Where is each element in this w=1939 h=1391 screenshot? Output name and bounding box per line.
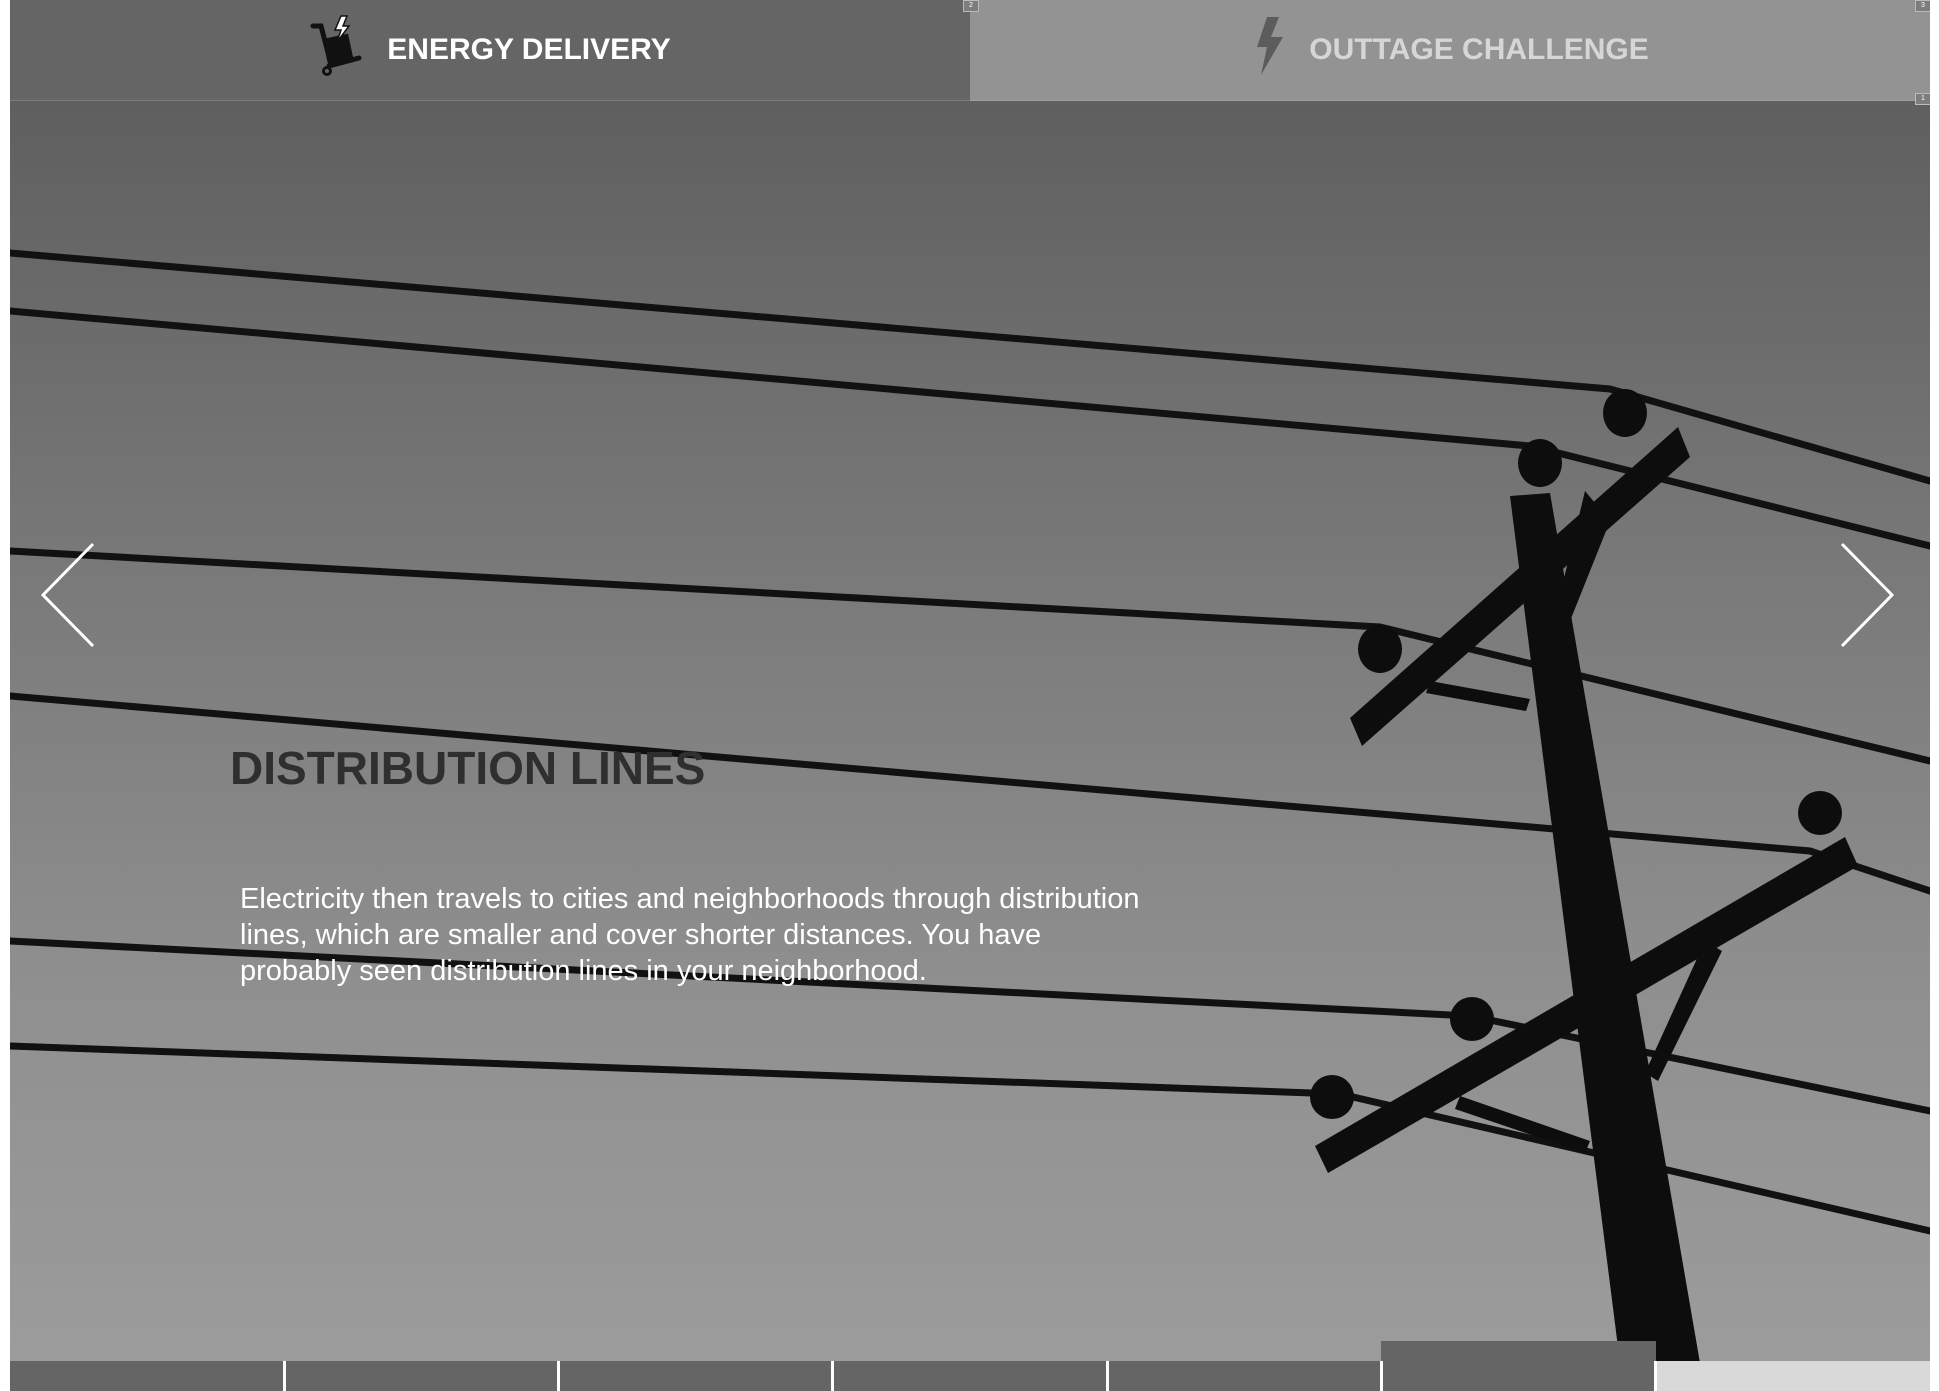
progress-segment-4[interactable] <box>832 1361 1108 1391</box>
next-slide-button[interactable] <box>1830 540 1900 650</box>
slide-marker: 3 <box>1915 0 1930 12</box>
slide-title: DISTRIBUTION LINES <box>230 742 706 794</box>
progress-segment-7[interactable] <box>1655 1361 1930 1391</box>
slide-image: DISTRIBUTION LINES Electricity then trav… <box>10 101 1930 1363</box>
progress-divider <box>1654 1361 1658 1391</box>
slide-marker: 1 <box>1915 93 1930 105</box>
progress-divider <box>1379 1361 1383 1391</box>
progress-segment-5[interactable] <box>1107 1361 1382 1391</box>
slide-marker: 2 <box>963 0 979 12</box>
tab-label: OUTTAGE CHALLENGE <box>1309 33 1649 66</box>
lightning-bolt-icon <box>1251 15 1287 85</box>
progress-divider <box>1105 1361 1109 1391</box>
chevron-left-icon <box>40 542 95 648</box>
progress-segment-3[interactable] <box>558 1361 833 1391</box>
progress-segment-2[interactable] <box>284 1361 559 1391</box>
tab-label: ENERGY DELIVERY <box>387 33 671 66</box>
chevron-right-icon <box>1840 542 1895 648</box>
progress-divider <box>831 1361 835 1391</box>
previous-slide-button[interactable] <box>35 540 105 650</box>
tab-outtage-challenge[interactable]: OUTTAGE CHALLENGE <box>970 0 1930 101</box>
tab-energy-delivery[interactable]: ENERGY DELIVERY <box>10 0 970 101</box>
progress-segment-6[interactable] <box>1381 1341 1656 1391</box>
slide-body-text: Electricity then travels to cities and n… <box>240 883 1140 987</box>
slide-progress-bar <box>10 1341 1930 1391</box>
hand-truck-icon <box>309 14 365 86</box>
slide-viewer: ENERGY DELIVERY OUTTAGE CHALLENGE DISTRI… <box>10 0 1930 1391</box>
progress-divider <box>557 1361 561 1391</box>
progress-segment-1[interactable] <box>10 1361 285 1391</box>
progress-divider <box>282 1361 286 1391</box>
power-pole-photo <box>10 249 1930 1363</box>
